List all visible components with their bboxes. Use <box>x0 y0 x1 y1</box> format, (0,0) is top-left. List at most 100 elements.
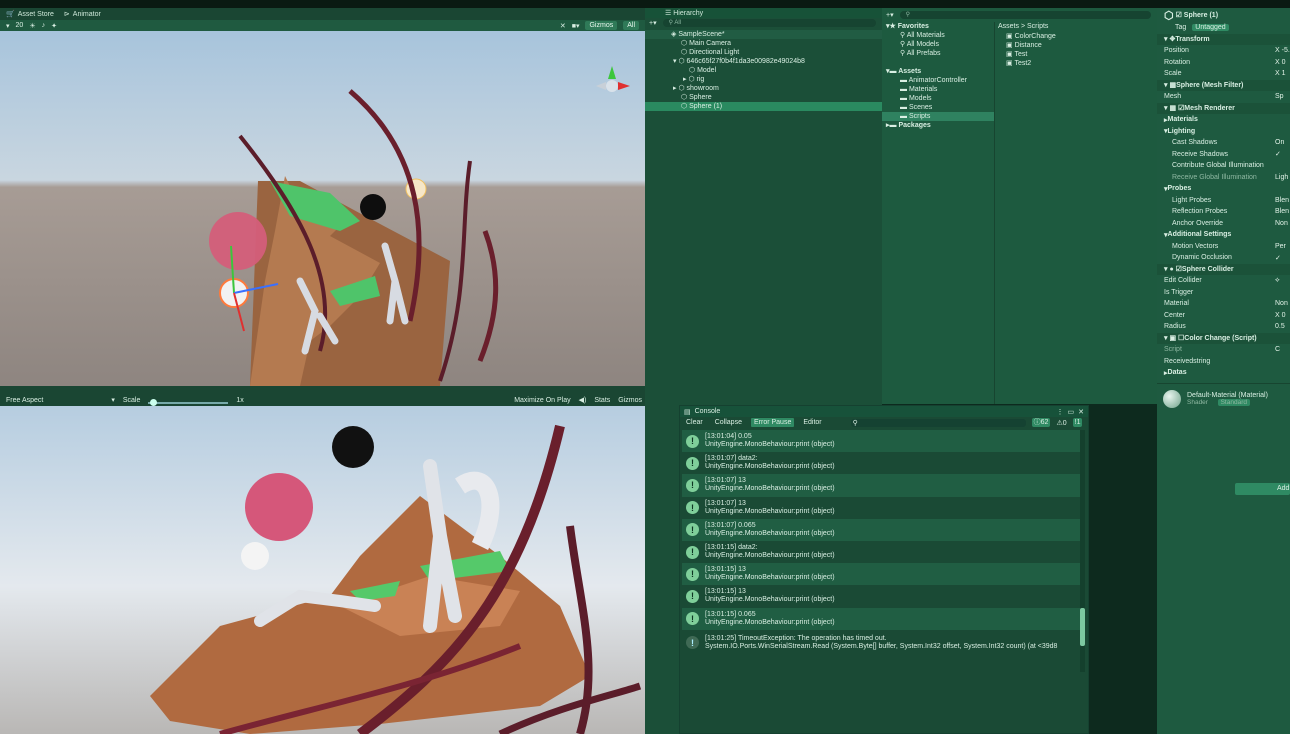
field-receivedstring[interactable]: Receivedstring <box>1157 356 1290 368</box>
field-is-trigger[interactable]: Is Trigger <box>1157 287 1290 299</box>
material-section[interactable]: Default-Material (Material) Shader Stand… <box>1157 382 1290 408</box>
tree-item-main-camera[interactable]: ⬡ Main Camera <box>645 39 882 48</box>
group-probes[interactable]: ▾ Probes <box>1157 183 1290 195</box>
tree-item-all-materials[interactable]: ⚲ All Materials <box>882 31 994 40</box>
field-material[interactable]: Material Non <box>1157 298 1290 310</box>
tree-item-scenes[interactable]: ▬ Scenes <box>882 103 994 112</box>
scene-search[interactable]: All <box>623 21 639 30</box>
tree-item-animatorcontroller[interactable]: ▬ AnimatorController <box>882 76 994 85</box>
scale-slider[interactable] <box>148 399 229 406</box>
edit-collider-icon[interactable]: ⟡ <box>1275 277 1280 285</box>
log-count-badge[interactable]: ⓘ62 <box>1031 418 1051 427</box>
file-item[interactable]: ▣ ColorChange <box>996 32 1157 41</box>
add-icon[interactable]: +▾ <box>649 19 657 27</box>
group-lighting[interactable]: ▾ Lighting <box>1157 126 1290 138</box>
object-name[interactable]: Sphere (1) <box>1184 12 1218 19</box>
tree-item-materials[interactable]: ▬ Materials <box>882 85 994 94</box>
scene-viewport[interactable] <box>0 31 645 386</box>
tree-item-model[interactable]: ⬡ Model <box>645 66 882 75</box>
tree-item-packages[interactable]: ▸▬ Packages <box>882 121 994 130</box>
log-entry[interactable]: ! [13:01:04] 0.05 UnityEngine.MonoBehaviou… <box>682 430 1080 453</box>
warning-count-badge[interactable]: ⚠0 <box>1056 419 1066 427</box>
error-pause-button[interactable]: Error Pause <box>750 418 795 427</box>
game-viewport[interactable] <box>0 406 648 734</box>
section-color-change-script[interactable]: ▾ ▣ ☐ Color Change (Script) <box>1157 332 1290 344</box>
log-entry[interactable]: ! [13:01:07] data2: UnityEngine.MonoBehavi… <box>682 452 1080 474</box>
tools-icon[interactable]: ✕ <box>560 22 566 30</box>
section-mesh-renderer[interactable]: ▾ ▦ ☑ Mesh Renderer <box>1157 102 1290 114</box>
tree-item-rig[interactable]: ▸ ⬡ rig <box>645 75 882 84</box>
red-sphere[interactable] <box>209 212 267 270</box>
group-datas[interactable]: ▸ Datas <box>1157 367 1290 379</box>
light-icon[interactable]: ☀ <box>29 22 35 30</box>
tree-item-assets[interactable]: ▾▬ Assets <box>882 67 994 76</box>
field-motion-vectors[interactable]: Motion Vectors Per <box>1157 241 1290 253</box>
error-count-badge[interactable]: !1 <box>1072 418 1083 427</box>
chevron-down-icon[interactable]: ▾ <box>111 396 115 404</box>
field-center[interactable]: Center X 0 <box>1157 310 1290 322</box>
tree-item-scene[interactable]: ◈ SampleScene* <box>645 30 882 39</box>
section-transform[interactable]: ▾ ✥ Transform <box>1157 33 1290 45</box>
field-contribute-gi[interactable]: Contribute Global Illumination <box>1157 160 1290 172</box>
mute-icon[interactable]: ◀) <box>579 396 587 404</box>
draw-mode-dropdown[interactable]: ▾ <box>6 22 10 30</box>
stats-toggle[interactable]: Stats <box>594 397 610 404</box>
field-light-probes[interactable]: Light Probes Blen <box>1157 195 1290 207</box>
tag-dropdown[interactable]: Untagged <box>1192 24 1229 32</box>
log-entry-error[interactable]: ! [13:01:25] TimeoutException: The operat… <box>682 630 1080 656</box>
log-entry[interactable]: ! [13:01:15] data2: UnityEngine.MonoBehavi… <box>682 541 1080 563</box>
console-scrollbar[interactable] <box>1080 430 1085 672</box>
field-receive-gi[interactable]: Receive Global Illumination Ligh <box>1157 172 1290 184</box>
tree-item-all-prefabs[interactable]: ⚲ All Prefabs <box>882 49 994 58</box>
zoom-value[interactable]: 20 <box>16 22 24 29</box>
field-anchor-override[interactable]: Anchor Override Non <box>1157 218 1290 230</box>
field-radius[interactable]: Radius 0.5 <box>1157 321 1290 333</box>
add-component-button[interactable]: Add <box>1235 483 1290 495</box>
tree-item-directional-light[interactable]: ⬡ Directional Light <box>645 48 882 57</box>
camera-icon[interactable]: ■▾ <box>572 22 580 30</box>
tree-item-sphere-1[interactable]: ⬡ Sphere (1) <box>645 102 882 111</box>
tree-item-all-models[interactable]: ⚲ All Models <box>882 40 994 49</box>
field-mesh[interactable]: Mesh Sp <box>1157 91 1290 103</box>
aspect-dropdown[interactable]: Free Aspect <box>6 397 43 404</box>
tree-item-model-root[interactable]: ▾ ⬡ 646c65f27f0b4f1da3e00982e49024b8 <box>645 57 882 66</box>
tab-asset-store[interactable]: 🛒 Asset Store <box>6 10 54 19</box>
breadcrumb-assets[interactable]: Assets <box>998 23 1019 30</box>
field-position[interactable]: Position X -5. <box>1157 45 1290 57</box>
group-materials[interactable]: ▸ Materials <box>1157 114 1290 126</box>
tree-item-favorites[interactable]: ▾★ Favorites <box>882 22 994 31</box>
breadcrumb-scripts[interactable]: Scripts <box>1027 23 1048 30</box>
tree-item-showroom[interactable]: ▸ ⬡ showroom <box>645 84 882 93</box>
field-dynamic-occlusion[interactable]: Dynamic Occlusion ✓ <box>1157 252 1290 264</box>
console-search[interactable]: ⚲ <box>850 418 1026 427</box>
hierarchy-search[interactable]: ⚲ All <box>662 19 876 27</box>
log-entry[interactable]: ! [13:01:07] 13 UnityEngine.MonoBehaviour:… <box>682 497 1080 519</box>
add-icon[interactable]: +▾ <box>886 11 894 19</box>
console-tab[interactable]: ▤ Console ⋮ ▭ ✕ <box>680 406 1088 417</box>
slider-knob[interactable] <box>150 399 158 406</box>
maximize-icon[interactable]: ▭ <box>1068 408 1075 416</box>
section-sphere-collider[interactable]: ▾ ● ☑ Sphere Collider <box>1157 263 1290 275</box>
editor-dropdown[interactable]: Editor <box>800 418 824 427</box>
hierarchy-tab[interactable]: ☰ Hierarchy <box>645 8 882 18</box>
file-item[interactable]: ▣ Test2 <box>996 59 1157 68</box>
tab-animator[interactable]: ⊳ Animator <box>64 10 101 19</box>
tree-item-sphere[interactable]: ⬡ Sphere <box>645 93 882 102</box>
field-rotation[interactable]: Rotation X 0 <box>1157 57 1290 69</box>
log-entry[interactable]: ! [13:01:15] 13 UnityEngine.MonoBehaviour:… <box>682 585 1080 607</box>
log-entry[interactable]: ! [13:01:07] 0.065 UnityEngine.MonoBehavio… <box>682 518 1080 541</box>
more-icon[interactable]: ⋮ <box>1057 408 1064 416</box>
field-receive-shadows[interactable]: Receive Shadows ✓ <box>1157 149 1290 161</box>
gizmos-button[interactable]: Gizmos <box>585 21 618 30</box>
effects-icon[interactable]: ✦ <box>51 22 57 30</box>
field-cast-shadows[interactable]: Cast Shadows On <box>1157 137 1290 149</box>
shader-dropdown[interactable]: Standard <box>1217 398 1250 406</box>
log-entry[interactable]: ! [13:01:07] 13 UnityEngine.MonoBehaviour:… <box>682 474 1080 497</box>
active-checkbox[interactable]: ☑ <box>1176 11 1182 19</box>
field-script[interactable]: Script C <box>1157 344 1290 356</box>
log-entry[interactable]: ! [13:01:15] 13 UnityEngine.MonoBehaviour:… <box>682 563 1080 586</box>
field-edit-collider[interactable]: Edit Collider ⟡ <box>1157 275 1290 287</box>
file-item[interactable]: ▣ Distance <box>996 41 1157 50</box>
file-item[interactable]: ▣ Test <box>996 50 1157 59</box>
close-icon[interactable]: ✕ <box>1078 408 1088 416</box>
